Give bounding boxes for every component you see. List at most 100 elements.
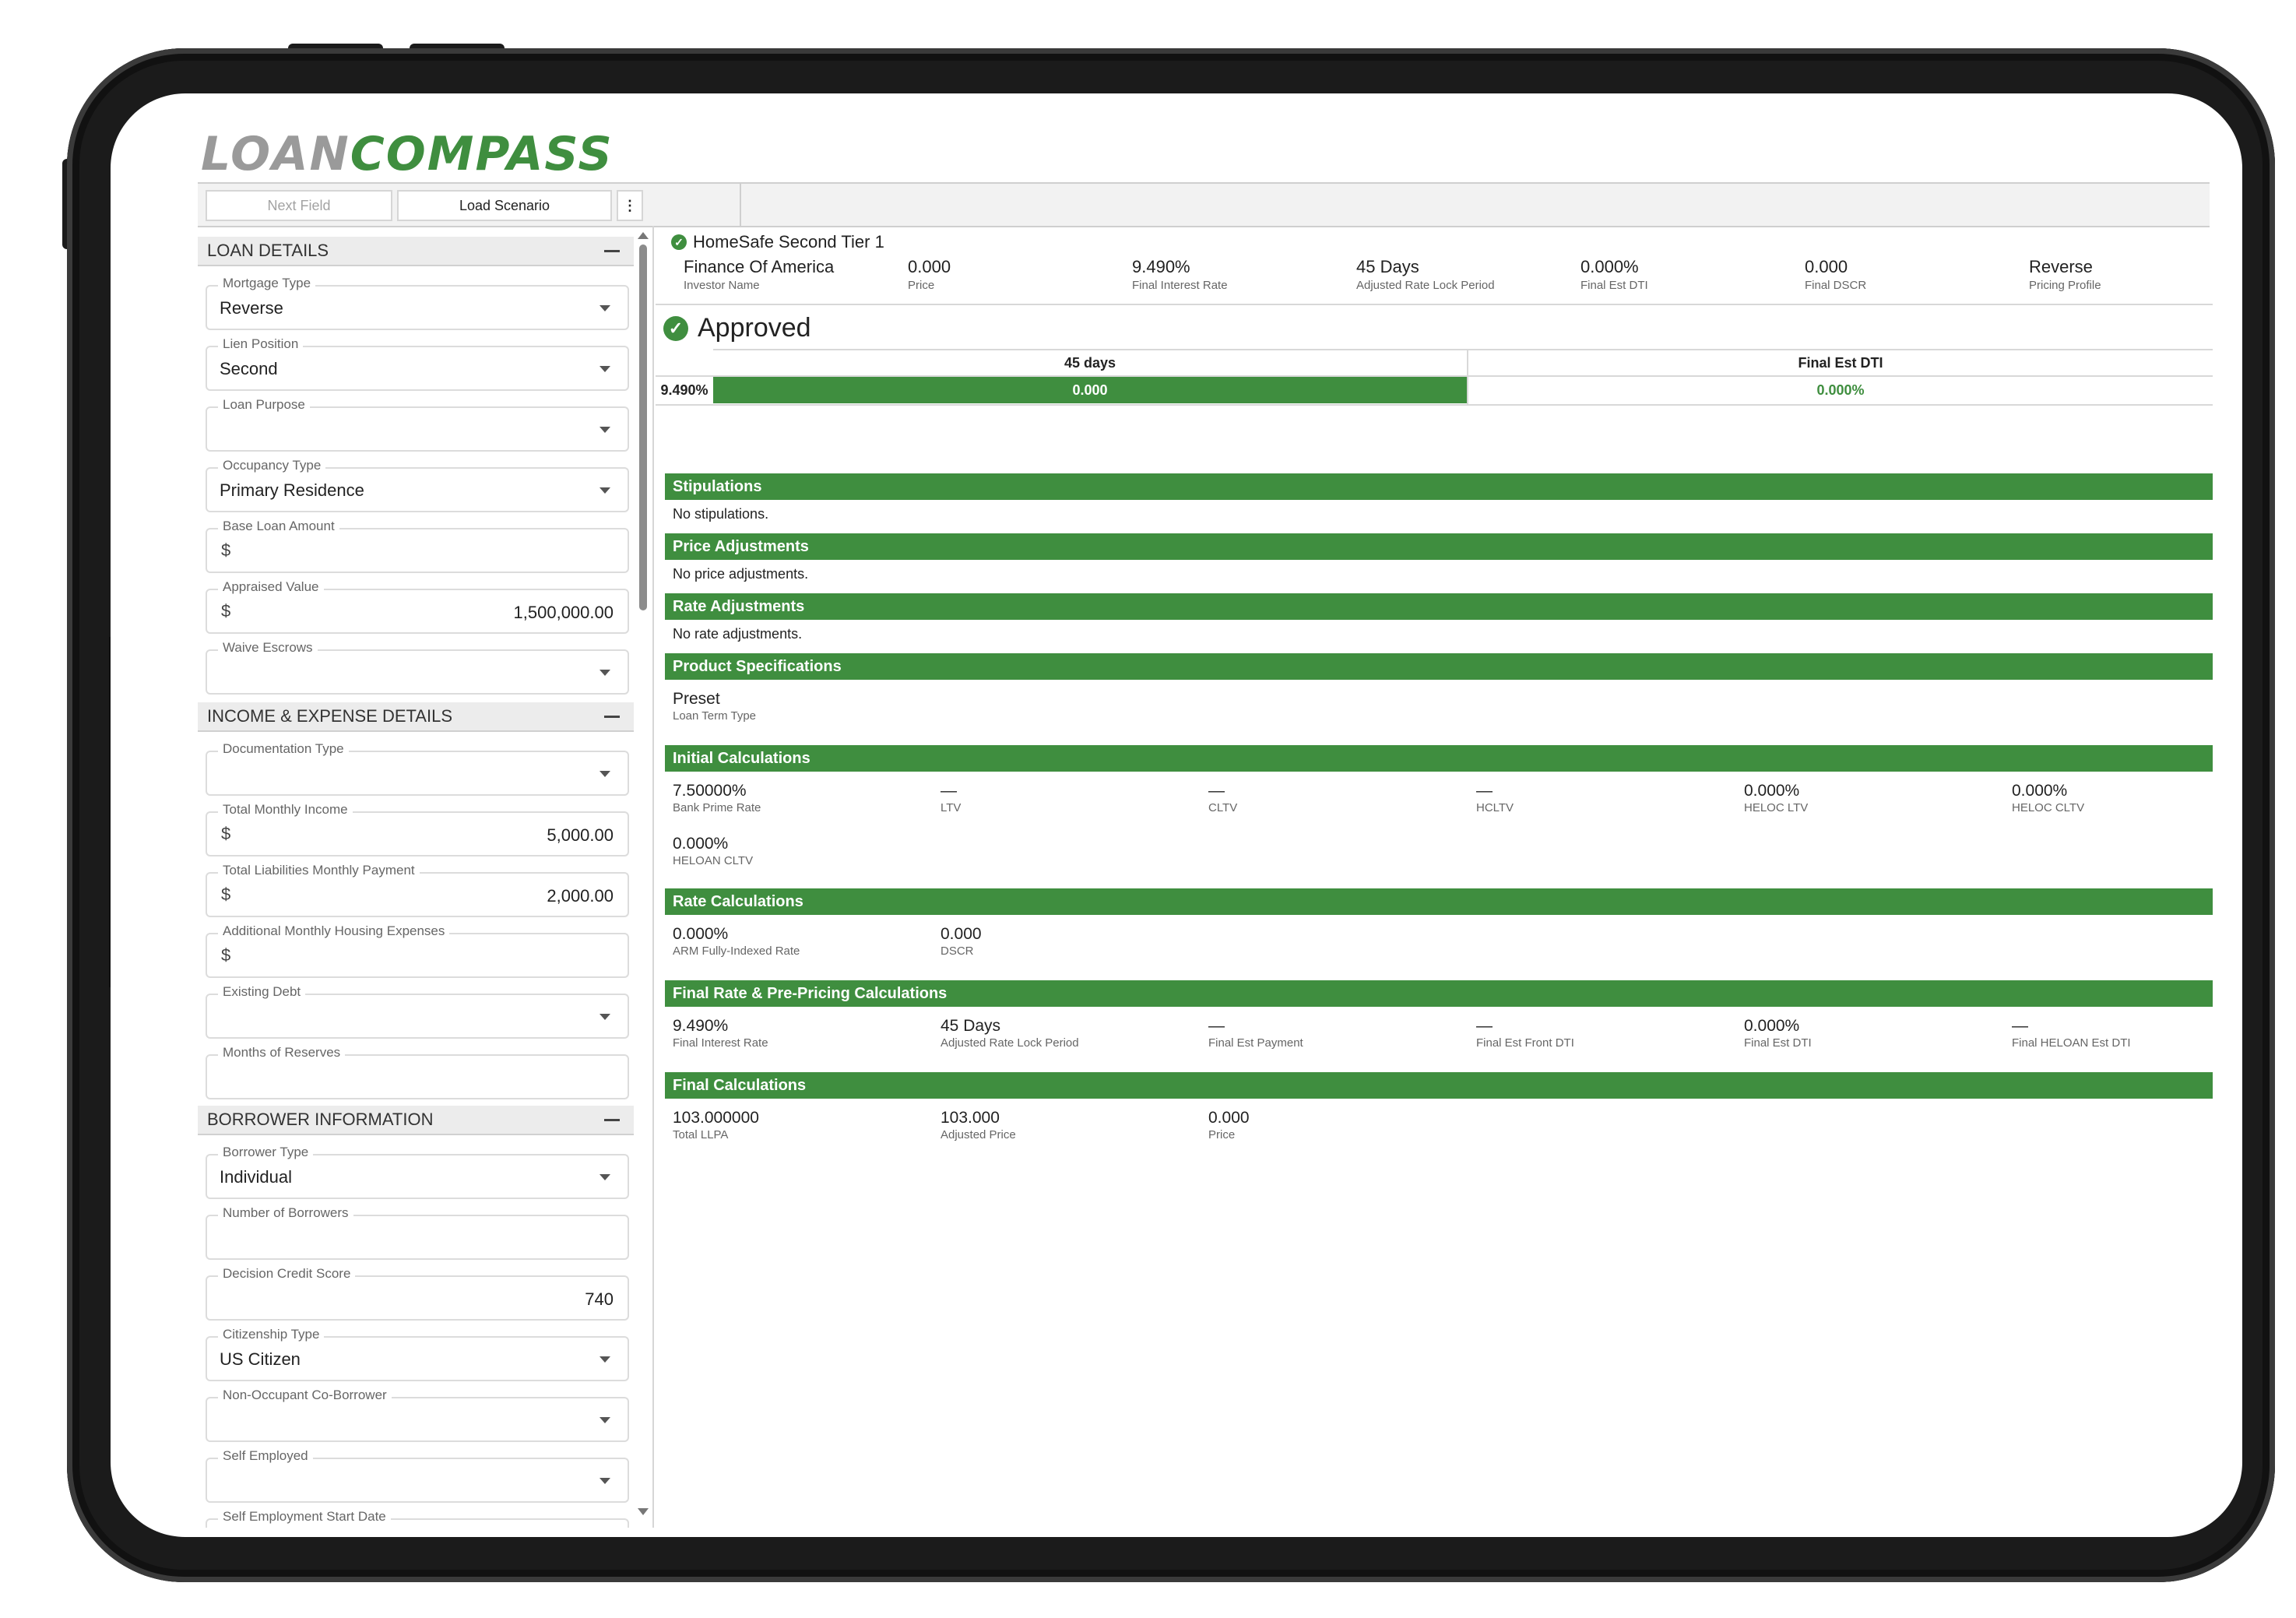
borrower-type-select[interactable]: Borrower Type Individual xyxy=(206,1145,629,1199)
dropdown-caret-icon xyxy=(599,1174,610,1180)
calc-label: Total LLPA xyxy=(673,1128,729,1141)
grid-top-line xyxy=(713,349,2213,350)
scroll-thumb[interactable] xyxy=(639,244,647,610)
calc-value: — xyxy=(1208,1017,1225,1035)
dropdown-caret-icon xyxy=(599,1417,610,1423)
calc-price: 0.000 Price xyxy=(1208,1109,1250,1141)
months-of-reserves-input[interactable]: Months of Reserves xyxy=(206,1045,629,1099)
stipulations-header: Stipulations xyxy=(665,473,2213,500)
logo-part-2: COMPASS xyxy=(350,127,614,181)
total-monthly-income-input[interactable]: Total Monthly Income $5,000.00 xyxy=(206,802,629,856)
dropdown-caret-icon xyxy=(599,366,610,372)
scroll-up-icon[interactable] xyxy=(638,232,649,239)
income-expense-header[interactable]: INCOME & EXPENSE DETAILS xyxy=(198,702,634,732)
logo-part-1: LOAN xyxy=(201,127,350,181)
price-adjustments-note: No price adjustments. xyxy=(673,566,809,582)
initial-calculations-header: Initial Calculations xyxy=(665,745,2213,772)
calc-label: Final Est DTI xyxy=(1744,1036,1812,1050)
product-specifications-header: Product Specifications xyxy=(665,653,2213,680)
calc-dscr: 0.000 DSCR xyxy=(941,925,982,958)
field-value: Reverse xyxy=(220,298,283,318)
self-employment-start-date-input[interactable]: Self Employment Start Date xyxy=(206,1509,629,1528)
field-label: Decision Credit Score xyxy=(218,1266,356,1282)
product-title[interactable]: ✓ HomeSafe Second Tier 1 xyxy=(671,232,884,252)
documentation-type-select[interactable]: Documentation Type xyxy=(206,741,629,796)
calc-value: 0.000% xyxy=(673,925,729,943)
waive-escrows-select[interactable]: Waive Escrows xyxy=(206,640,629,695)
calc-value: — xyxy=(1476,782,1493,800)
dropdown-caret-icon xyxy=(599,771,610,777)
field-label: Mortgage Type xyxy=(218,276,316,291)
field-value: Individual xyxy=(220,1167,292,1187)
calc-heloc-ltv: 0.000% HELOC LTV xyxy=(1744,782,1808,814)
spec-label: Loan Term Type xyxy=(673,709,757,723)
collapse-icon[interactable] xyxy=(604,1119,620,1121)
collapse-icon[interactable] xyxy=(604,250,620,252)
calc-value: 0.000% xyxy=(1744,1017,1800,1035)
rate-adjustments-note: No rate adjustments. xyxy=(673,626,803,642)
spec-value: Preset xyxy=(673,690,720,708)
calc-label: HELOC LTV xyxy=(1744,801,1809,814)
number-of-borrowers-input[interactable]: Number of Borrowers xyxy=(206,1205,629,1260)
scroll-down-icon[interactable] xyxy=(638,1508,649,1515)
loancompass-logo: LOAN COMPASS xyxy=(201,127,614,181)
dropdown-caret-icon xyxy=(599,305,610,311)
loan-purpose-select[interactable]: Loan Purpose xyxy=(206,397,629,452)
form-scrollbar[interactable] xyxy=(637,226,649,1528)
decision-credit-score-input[interactable]: Decision Credit Score 740 xyxy=(206,1266,629,1321)
calc-label: Final Est Front DTI xyxy=(1476,1036,1574,1050)
field-value: US Citizen xyxy=(220,1349,301,1369)
summary-value: 0.000 xyxy=(1805,257,1848,276)
appraised-value-input[interactable]: Appraised Value $1,500,000.00 xyxy=(206,579,629,634)
calc-adjusted-rate-lock-period: 45 Days Adjusted Rate Lock Period xyxy=(941,1017,1079,1050)
field-value: Second xyxy=(220,359,278,378)
calc-value: — xyxy=(1476,1017,1493,1035)
field-value: 1,500,000.00 xyxy=(513,603,614,622)
occupancy-type-select[interactable]: Occupancy Type Primary Residence xyxy=(206,458,629,512)
toolbar-divider xyxy=(740,184,741,226)
calc-label: Final HELOAN Est DTI xyxy=(2012,1036,2131,1050)
summary-label: Pricing Profile xyxy=(2029,279,2101,292)
base-loan-amount-input[interactable]: Base Loan Amount $ xyxy=(206,519,629,573)
final-calculations-header: Final Calculations xyxy=(665,1072,2213,1099)
calc-value: — xyxy=(941,782,957,800)
grid-price-cell[interactable]: 0.000 xyxy=(713,377,1467,403)
rate-calculations-header: Rate Calculations xyxy=(665,888,2213,915)
existing-debt-select[interactable]: Existing Debt xyxy=(206,984,629,1039)
self-employed-select[interactable]: Self Employed xyxy=(206,1448,629,1503)
dropdown-caret-icon xyxy=(599,487,610,494)
summary-lock-period: 45 Days Adjusted Rate Lock Period xyxy=(1356,257,1495,292)
field-label: Appraised Value xyxy=(218,579,324,595)
field-label: Loan Purpose xyxy=(218,397,310,413)
borrower-information-header[interactable]: BORROWER INFORMATION xyxy=(198,1106,634,1135)
currency-prefix: $ xyxy=(221,540,231,560)
mortgage-type-select[interactable]: Mortgage Type Reverse xyxy=(206,276,629,330)
calc-label: Adjusted Price xyxy=(941,1128,1016,1141)
field-label: Total Monthly Income xyxy=(218,802,353,818)
load-scenario-button[interactable]: Load Scenario xyxy=(397,190,612,221)
summary-label: Adjusted Rate Lock Period xyxy=(1356,279,1495,292)
scenario-form-panel: LOAN DETAILS Mortgage Type Reverse Lien P… xyxy=(198,226,634,1528)
additional-housing-expenses-input[interactable]: Additional Monthly Housing Expenses $ xyxy=(206,923,629,978)
loan-details-header[interactable]: LOAN DETAILS xyxy=(198,237,634,266)
calc-label: Final Interest Rate xyxy=(673,1036,768,1050)
field-label: Citizenship Type xyxy=(218,1327,325,1342)
calc-heloan-cltv: 0.000% HELOAN CLTV xyxy=(673,835,753,867)
next-field-button[interactable]: Next Field xyxy=(206,190,392,221)
field-label: Lien Position xyxy=(218,336,304,352)
field-label: Months of Reserves xyxy=(218,1045,346,1060)
calc-value: 45 Days xyxy=(941,1017,1001,1035)
citizenship-type-select[interactable]: Citizenship Type US Citizen xyxy=(206,1327,629,1381)
calc-label: LTV xyxy=(941,801,962,814)
calc-total-llpa: 103.000000 Total LLPA xyxy=(673,1109,759,1141)
results-panel: ✓ HomeSafe Second Tier 1 Finance Of Ameri… xyxy=(656,226,2213,1528)
collapse-icon[interactable] xyxy=(604,716,620,718)
summary-value: Finance Of America xyxy=(684,257,835,276)
summary-value: 9.490% xyxy=(1132,257,1190,276)
more-options-button[interactable]: ⋮ xyxy=(617,190,643,221)
lien-position-select[interactable]: Lien Position Second xyxy=(206,336,629,391)
non-occupant-co-borrower-select[interactable]: Non-Occupant Co-Borrower xyxy=(206,1388,629,1442)
total-liabilities-input[interactable]: Total Liabilities Monthly Payment $2,000.… xyxy=(206,863,629,917)
field-value: Primary Residence xyxy=(220,480,364,500)
grid-dti-cell[interactable]: 0.000% xyxy=(1468,377,2213,403)
